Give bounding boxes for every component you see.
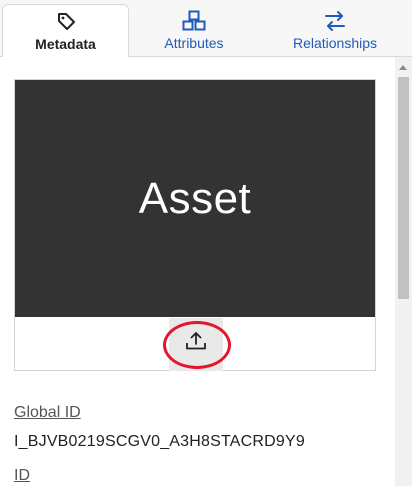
tab-metadata[interactable]: Metadata xyxy=(2,4,129,58)
tab-bar: Metadata Attributes Relationships xyxy=(0,0,412,58)
upload-button[interactable] xyxy=(175,323,217,363)
scroll-thumb[interactable] xyxy=(398,77,409,299)
tab-label: Metadata xyxy=(35,36,96,52)
swap-arrows-icon xyxy=(323,10,347,32)
tag-icon xyxy=(55,11,77,33)
tab-label: Attributes xyxy=(164,35,224,51)
global-id-label: Global ID xyxy=(14,404,81,421)
tab-relationships[interactable]: Relationships xyxy=(258,4,412,58)
asset-preview-card: Asset xyxy=(14,79,376,371)
global-id-value: I_BJVB0219SCGV0_A3H8STACRD9Y9 xyxy=(14,433,305,450)
scrollbar[interactable] xyxy=(395,57,412,486)
scroll-up-arrow[interactable] xyxy=(399,65,407,70)
tab-attributes[interactable]: Attributes xyxy=(130,4,258,58)
cubes-icon xyxy=(181,10,207,32)
tab-label: Relationships xyxy=(292,35,378,51)
upload-icon xyxy=(184,330,208,357)
id-label: ID xyxy=(14,467,30,484)
preview-placeholder-text: Asset xyxy=(138,173,252,223)
metadata-content: Asset Global ID I_BJVB0219SCGV0_A3H8STAC… xyxy=(0,57,412,486)
asset-preview-image: Asset xyxy=(15,80,375,317)
asset-details-panel: Metadata Attributes Relationships Asset … xyxy=(0,0,412,486)
